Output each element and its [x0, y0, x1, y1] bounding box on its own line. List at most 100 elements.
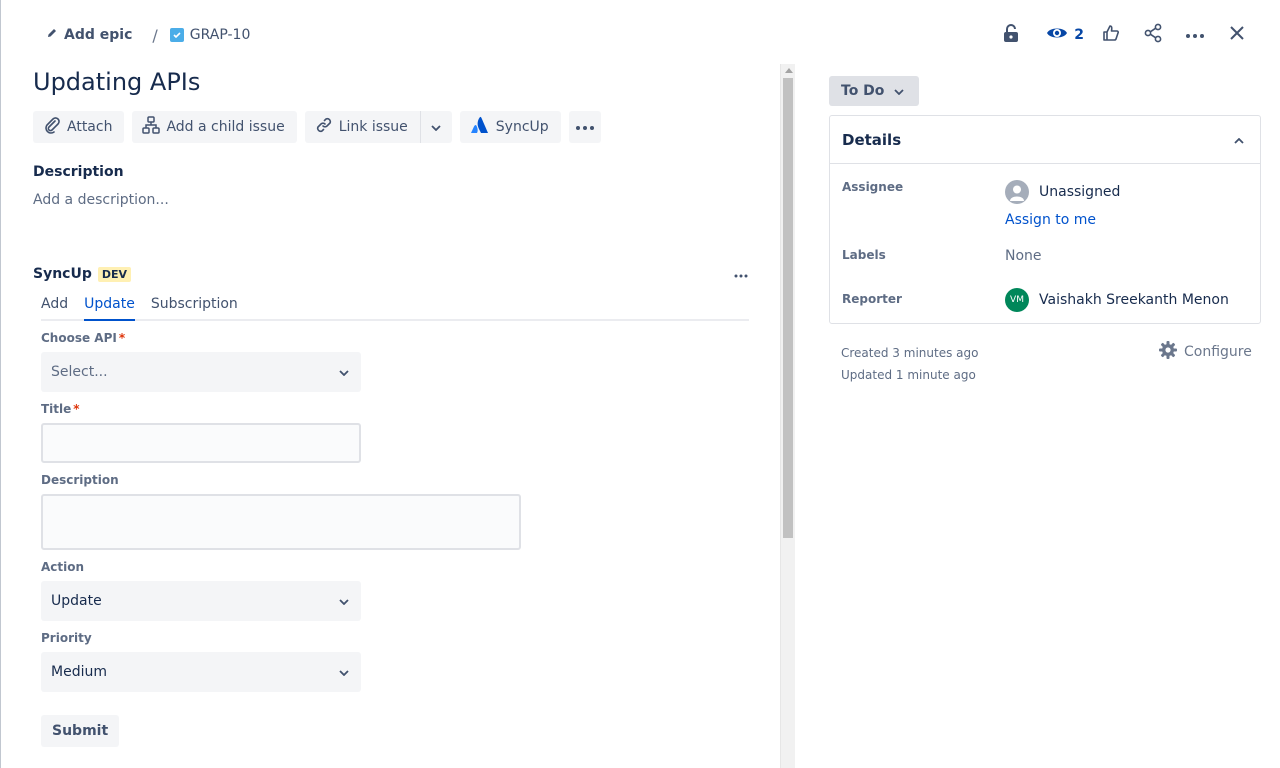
gear-icon: [1158, 340, 1178, 364]
details-title: Details: [842, 130, 902, 149]
close-icon: [1229, 25, 1245, 45]
choose-api-label: Choose API *: [41, 331, 126, 345]
atlassian-logo-icon: [470, 116, 490, 138]
unassigned-avatar-icon: [1005, 180, 1029, 204]
dev-badge: DEV: [97, 266, 132, 282]
more-icon: [575, 119, 595, 135]
title-input[interactable]: [41, 423, 361, 463]
window-left-border: [0, 0, 1, 768]
share-icon: [1143, 23, 1163, 47]
watch-button[interactable]: 2: [1046, 20, 1084, 50]
form-description-label: Description: [41, 473, 119, 487]
chevron-down-icon: [339, 364, 349, 380]
choose-api-value: Select...: [51, 364, 108, 380]
add-epic-link[interactable]: Add epic: [46, 27, 132, 43]
link-issue-group: Link issue: [304, 111, 452, 143]
labels-row: Labels None: [842, 248, 1042, 264]
syncup-more-button[interactable]: [729, 264, 753, 284]
description-editor[interactable]: Add a description...: [33, 192, 169, 208]
reporter-avatar: VM: [1005, 288, 1029, 312]
priority-select[interactable]: Medium: [41, 652, 361, 692]
restrict-button[interactable]: [996, 20, 1026, 50]
tab-add[interactable]: Add: [41, 292, 68, 321]
assignee-field[interactable]: Unassigned: [1005, 180, 1120, 204]
syncup-panel-title: SyncUp: [33, 266, 92, 282]
add-epic-label: Add epic: [64, 27, 133, 43]
description-heading: Description: [33, 164, 124, 180]
chevron-down-icon: [431, 119, 441, 135]
share-button[interactable]: [1138, 20, 1168, 50]
thumbs-up-icon: [1102, 24, 1120, 46]
more-icon: [734, 266, 748, 282]
labels-value[interactable]: None: [1005, 248, 1042, 264]
configure-label: Configure: [1184, 344, 1252, 360]
add-child-issue-label: Add a child issue: [166, 119, 285, 135]
choose-api-select[interactable]: Select...: [41, 352, 361, 392]
submit-button[interactable]: Submit: [41, 715, 120, 747]
status-dropdown-button[interactable]: To Do: [829, 76, 919, 106]
link-issue-dropdown-button[interactable]: [419, 111, 452, 143]
reporter-field[interactable]: VM Vaishakh Sreekanth Menon: [1005, 288, 1229, 312]
breadcrumb: Add epic / GRAP-10: [46, 24, 250, 46]
main-scrollbar[interactable]: [780, 64, 795, 768]
issue-main-content: Updating APIs Attach Add a child issue L…: [33, 64, 775, 768]
configure-button[interactable]: Configure: [1158, 340, 1252, 364]
hierarchy-icon: [142, 116, 161, 138]
watch-count: 2: [1074, 27, 1084, 43]
issue-key-link[interactable]: GRAP-10: [169, 27, 251, 43]
chevron-down-icon: [339, 593, 349, 609]
scroll-up-arrow-icon[interactable]: [785, 68, 793, 73]
issue-toolbar: Attach Add a child issue Link issue Sync…: [33, 111, 601, 143]
updated-timestamp: Updated 1 minute ago: [841, 368, 976, 382]
task-checkbox-icon: [169, 28, 184, 42]
chevron-down-icon: [339, 664, 349, 680]
assignee-label: Assignee: [842, 180, 904, 194]
syncup-panel-header: SyncUp DEV: [33, 264, 753, 284]
link-icon: [315, 116, 333, 138]
more-actions-button[interactable]: [1180, 20, 1210, 50]
required-mark: *: [118, 331, 126, 345]
reporter-value: Vaishakh Sreekanth Menon: [1039, 292, 1229, 308]
assign-to-me-link[interactable]: Assign to me: [1005, 212, 1120, 228]
breadcrumb-separator: /: [152, 25, 158, 45]
pencil-icon: [46, 27, 58, 43]
issue-header: Add epic / GRAP-10 2: [0, 0, 1280, 70]
header-actions: 2: [984, 20, 1252, 50]
required-mark: *: [73, 402, 80, 416]
more-icon: [1185, 27, 1205, 43]
close-button[interactable]: [1222, 20, 1252, 50]
issue-title[interactable]: Updating APIs: [33, 68, 200, 96]
link-issue-button[interactable]: Link issue: [304, 111, 420, 143]
labels-label: Labels: [842, 248, 886, 262]
eye-icon: [1046, 25, 1068, 45]
details-header[interactable]: Details: [830, 116, 1260, 164]
action-value: Update: [51, 593, 102, 609]
issue-timestamps: Created 3 minutes ago Updated 1 minute a…: [841, 342, 978, 386]
action-select[interactable]: Update: [41, 581, 361, 621]
tab-update[interactable]: Update: [84, 292, 135, 321]
priority-value: Medium: [51, 664, 107, 680]
description-textarea[interactable]: [41, 494, 521, 550]
syncup-app-button[interactable]: SyncUp: [459, 111, 561, 143]
chevron-up-icon: [1234, 132, 1244, 148]
vote-button[interactable]: [1096, 20, 1126, 50]
created-timestamp: Created 3 minutes ago: [841, 346, 979, 360]
priority-label: Priority: [41, 631, 92, 645]
scrollbar-thumb[interactable]: [783, 78, 793, 538]
syncup-label: SyncUp: [495, 119, 549, 135]
details-panel: Details Assignee Unassigned Assign to me…: [829, 115, 1261, 324]
paperclip-icon: [43, 116, 61, 138]
attach-label: Attach: [67, 119, 113, 135]
syncup-tabs: Add Update Subscription: [41, 292, 749, 321]
attach-button[interactable]: Attach: [33, 111, 125, 143]
assignee-row: Assignee Unassigned Assign to me: [842, 180, 1120, 228]
toolbar-more-button[interactable]: [568, 111, 601, 143]
issue-key: GRAP-10: [189, 27, 251, 43]
title-label: Title *: [41, 402, 80, 416]
status-label: To Do: [841, 83, 885, 99]
tab-subscription[interactable]: Subscription: [151, 292, 238, 321]
chevron-down-icon: [894, 83, 905, 99]
assignee-value: Unassigned: [1039, 184, 1121, 200]
reporter-label: Reporter: [842, 292, 902, 306]
add-child-issue-button[interactable]: Add a child issue: [132, 111, 297, 143]
